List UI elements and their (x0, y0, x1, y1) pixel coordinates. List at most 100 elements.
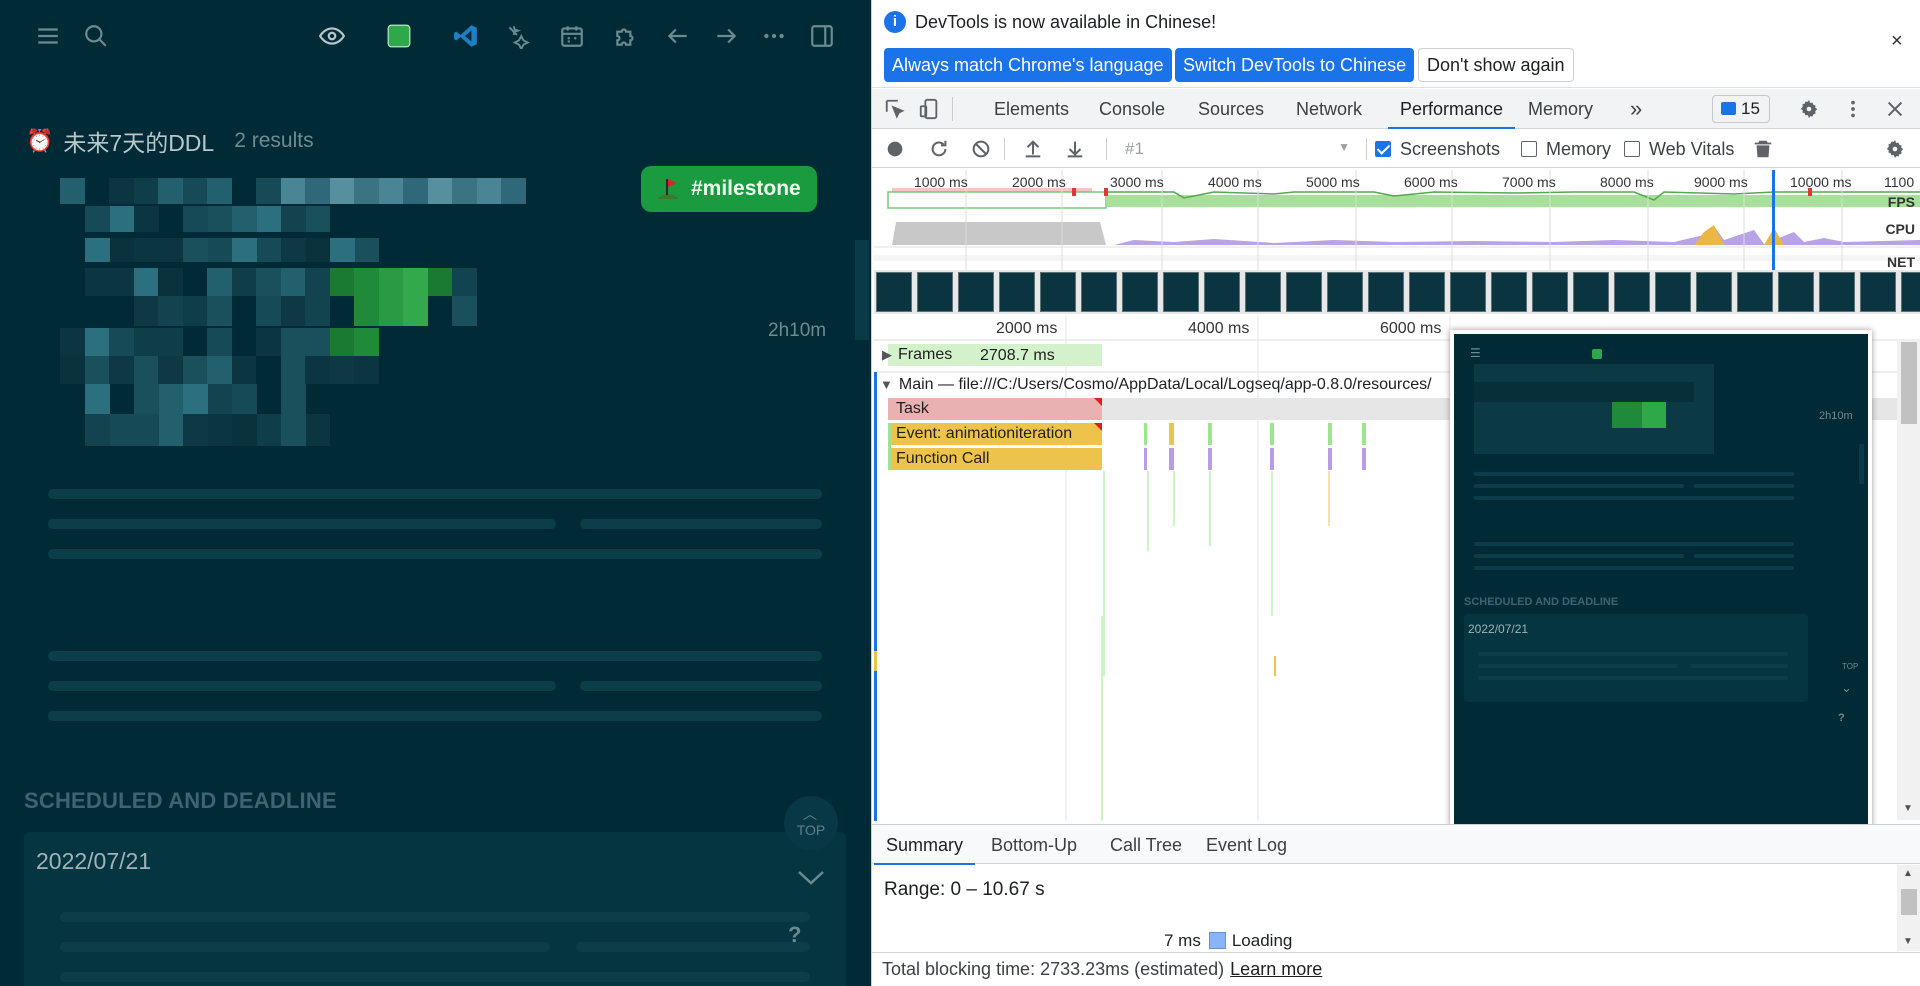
tab-event-log[interactable]: Event Log (1206, 825, 1287, 865)
screenshot-thumbnail[interactable] (1860, 272, 1896, 312)
close-devtools-icon[interactable] (1884, 98, 1906, 120)
screenshots-checkbox[interactable]: Screenshots (1375, 139, 1500, 160)
main-thread-track[interactable]: ▼ Main — file:///C:/Users/Cosmo/AppData/L… (880, 376, 1432, 394)
clear-icon[interactable] (970, 138, 992, 160)
screenshot-thumbnail[interactable] (1491, 272, 1527, 312)
inspect-element-icon[interactable] (884, 98, 906, 120)
learn-more-link[interactable]: Learn more (1230, 959, 1322, 979)
settings-gear-icon[interactable] (1798, 98, 1820, 120)
tab-call-tree[interactable]: Call Tree (1110, 825, 1182, 865)
issues-counter[interactable]: 15 (1712, 95, 1770, 123)
scroll-top-button[interactable]: ︿ TOP (784, 796, 838, 850)
screenshot-thumbnail[interactable] (1204, 272, 1240, 312)
screenshot-thumbnail[interactable] (1696, 272, 1732, 312)
screenshot-filmstrip[interactable] (874, 270, 1920, 314)
screenshot-thumbnail[interactable] (1532, 272, 1568, 312)
search-icon[interactable] (80, 20, 112, 52)
capture-settings-gear-icon[interactable] (1884, 138, 1906, 160)
arrow-right-icon[interactable] (710, 20, 742, 52)
green-square-icon[interactable] (383, 20, 415, 52)
screenshot-thumbnail[interactable] (1327, 272, 1363, 312)
screenshot-thumbnail[interactable] (958, 272, 994, 312)
screenshot-thumbnail[interactable] (917, 272, 953, 312)
sidebar-toggle-icon[interactable] (806, 20, 838, 52)
scrollbar-thumb[interactable] (1901, 889, 1917, 915)
screenshot-thumbnail[interactable] (1081, 272, 1117, 312)
screenshot-thumbnail[interactable] (1245, 272, 1281, 312)
trash-icon[interactable] (1752, 138, 1774, 160)
screenshot-thumbnail[interactable] (876, 272, 912, 312)
expand-arrow-icon[interactable]: ▶ (882, 347, 892, 362)
memory-checkbox[interactable]: Memory (1521, 139, 1611, 160)
screenshot-thumbnail[interactable] (1573, 272, 1609, 312)
tab-console[interactable]: Console (1099, 89, 1165, 129)
screenshot-thumbnail[interactable] (1163, 272, 1199, 312)
always-match-language-button[interactable]: Always match Chrome's language (884, 48, 1172, 82)
milestone-tag[interactable]: #milestone (641, 166, 817, 212)
screenshot-thumbnail[interactable] (1040, 272, 1076, 312)
checkbox-checked[interactable] (1375, 141, 1391, 157)
upload-profile-icon[interactable] (1022, 138, 1044, 160)
collapse-arrow-icon[interactable]: ▼ (880, 377, 893, 392)
record-icon[interactable] (884, 138, 906, 160)
calendar-icon[interactable] (556, 20, 588, 52)
tab-bottom-up[interactable]: Bottom-Up (991, 825, 1077, 865)
tab-elements[interactable]: Elements (994, 89, 1069, 129)
device-toolbar-icon[interactable] (918, 98, 940, 120)
kebab-menu-icon[interactable] (1842, 98, 1864, 120)
tab-network[interactable]: Network (1296, 89, 1362, 129)
profile-select[interactable]: #1 ▼ (1125, 139, 1350, 159)
frames-track[interactable]: ▶ Frames (882, 346, 952, 364)
screenshot-thumbnail[interactable] (1778, 272, 1814, 312)
scroll-down-arrow-icon[interactable]: ▼ (1903, 803, 1913, 814)
checkbox-unchecked[interactable] (1624, 141, 1640, 157)
screenshot-thumbnail[interactable] (1819, 272, 1855, 312)
app-scrollbar[interactable] (855, 240, 869, 340)
screenshot-thumbnail[interactable] (1614, 272, 1650, 312)
eye-icon[interactable] (316, 20, 348, 52)
screenshot-thumbnail[interactable] (1368, 272, 1404, 312)
close-icon[interactable]: × (1891, 30, 1903, 53)
screenshot-thumbnail[interactable] (1122, 272, 1158, 312)
tab-memory[interactable]: Memory (1528, 89, 1593, 129)
dont-show-again-button[interactable]: Don't show again (1418, 48, 1574, 82)
query-header[interactable]: ⏰ 未来7天的DDL 2 results (26, 124, 314, 158)
web-vitals-checkbox[interactable]: Web Vitals (1624, 139, 1734, 160)
flame-function-call[interactable]: Function Call (888, 448, 1102, 470)
screenshot-thumbnail[interactable] (1450, 272, 1486, 312)
help-button[interactable]: ? (788, 922, 801, 948)
menu-icon[interactable] (32, 20, 64, 52)
scrollbar-thumb[interactable] (1901, 342, 1917, 424)
pixel-block (329, 178, 354, 204)
switch-to-chinese-button[interactable]: Switch DevTools to Chinese (1175, 48, 1415, 82)
timeline-overview[interactable]: 1000 ms 2000 ms 3000 ms 4000 ms 5000 ms … (874, 170, 1920, 315)
scheduled-date[interactable]: 2022/07/21 (36, 848, 151, 875)
more-tabs-icon[interactable]: » (1630, 89, 1642, 129)
screenshot-thumbnail[interactable] (1409, 272, 1445, 312)
chevron-down-icon[interactable] (796, 866, 826, 894)
flame-chart-scrollbar[interactable]: ▼ (1897, 340, 1920, 820)
tab-performance[interactable]: Performance (1387, 89, 1516, 129)
summary-scrollbar[interactable]: ▲ ▼ (1897, 865, 1920, 951)
screenshot-thumbnail[interactable] (1655, 272, 1691, 312)
reload-record-icon[interactable] (928, 138, 950, 160)
vscode-icon[interactable] (450, 20, 482, 52)
pixel-block (109, 414, 134, 446)
screenshot-thumbnail[interactable] (1737, 272, 1773, 312)
sparkles-icon[interactable] (502, 20, 534, 52)
download-profile-icon[interactable] (1064, 138, 1086, 160)
arrow-left-icon[interactable] (662, 20, 694, 52)
scroll-down-arrow-icon[interactable]: ▼ (1903, 936, 1913, 947)
checkbox-unchecked[interactable] (1521, 141, 1537, 157)
flame-event-animationiteration[interactable]: Event: animationiteration (888, 423, 1102, 445)
tab-summary[interactable]: Summary (873, 825, 976, 865)
puzzle-icon[interactable] (610, 20, 642, 52)
overview-tick: 10000 ms (1790, 174, 1852, 190)
scroll-up-arrow-icon[interactable]: ▲ (1903, 868, 1913, 879)
screenshot-thumbnail[interactable] (999, 272, 1035, 312)
screenshot-thumbnail[interactable] (1286, 272, 1322, 312)
screenshot-thumbnail[interactable] (1901, 272, 1920, 312)
flame-task[interactable]: Task (888, 398, 1102, 420)
more-icon[interactable] (758, 20, 790, 52)
tab-sources[interactable]: Sources (1198, 89, 1264, 129)
